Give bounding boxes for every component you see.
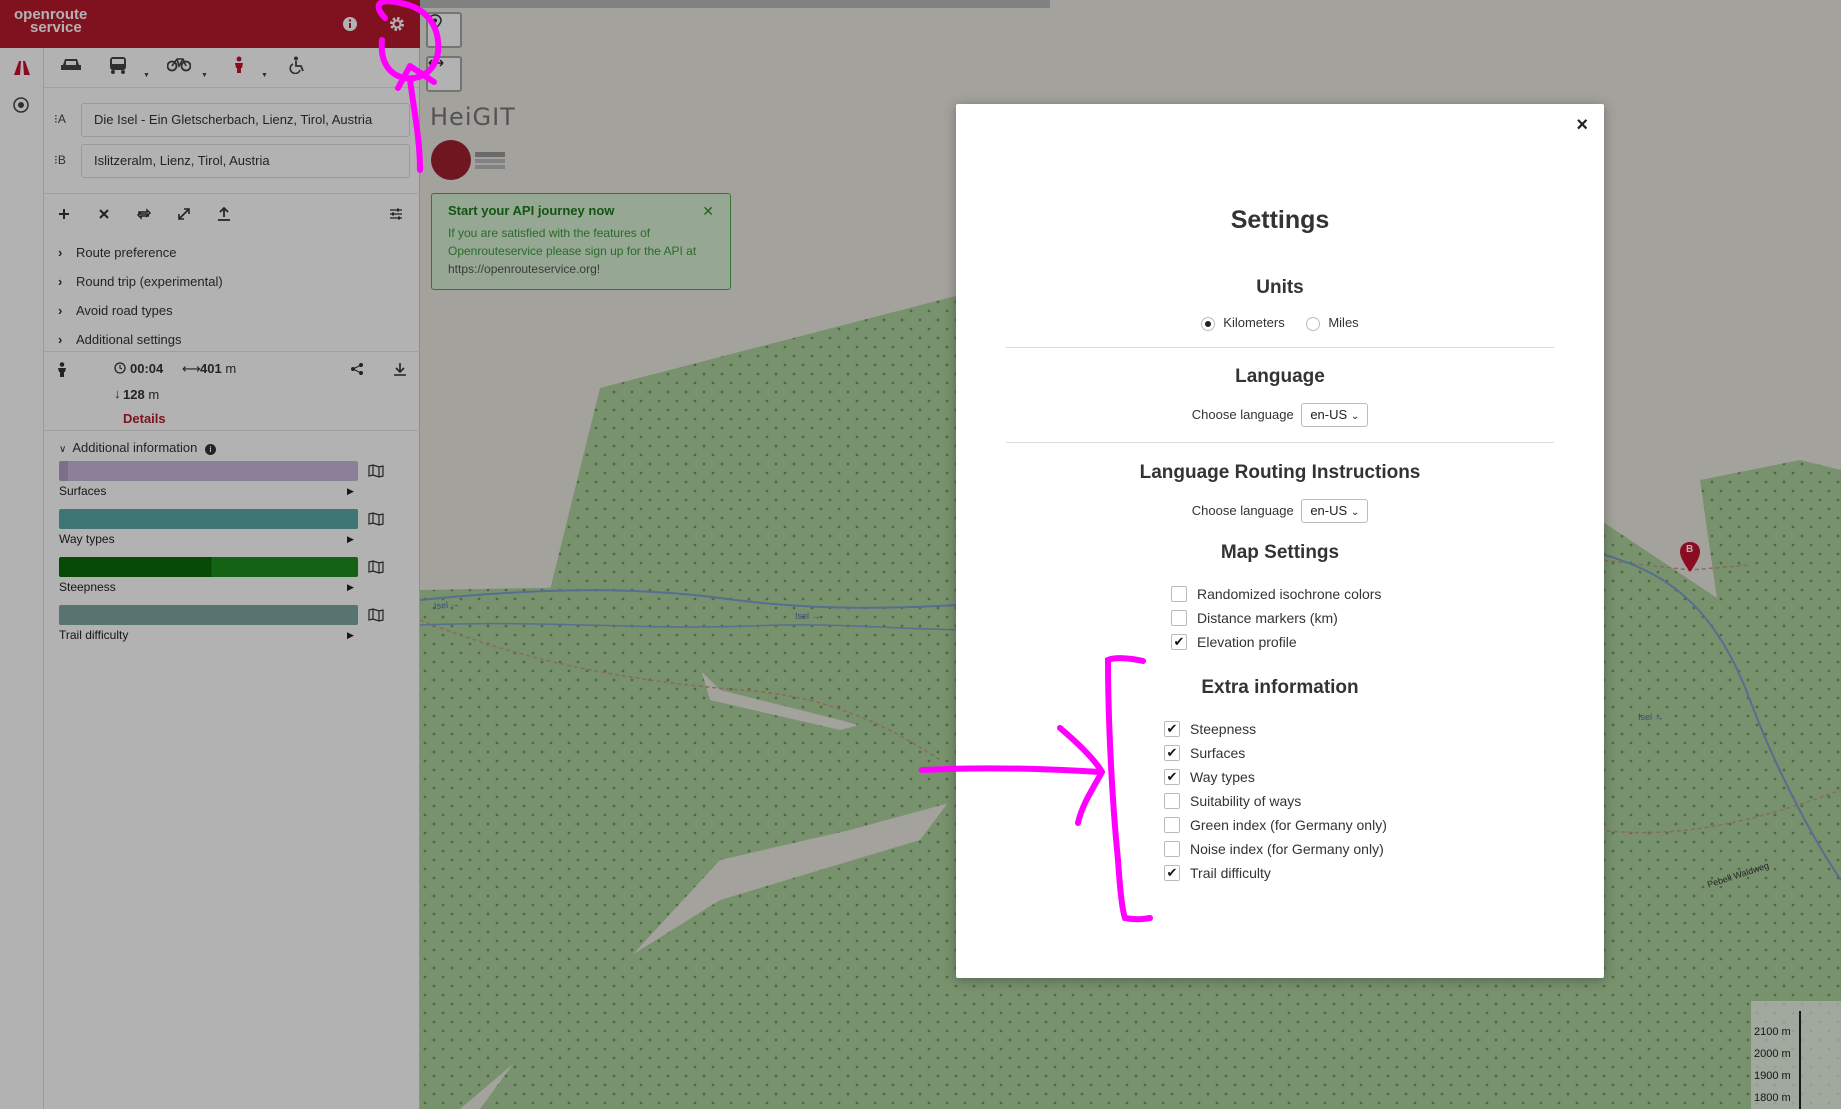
routing-language-heading: Language Routing Instructions xyxy=(1139,462,1421,483)
kilometers-radio[interactable]: Kilometers xyxy=(1201,315,1285,331)
routing-language-label: Choose language xyxy=(1191,503,1294,518)
check-icon: ✔ xyxy=(1164,745,1180,762)
way-types-checkbox[interactable]: ✔ Way types xyxy=(1164,768,1255,788)
checkbox-unchecked xyxy=(1171,610,1187,627)
chevron-down-icon: ⌄ xyxy=(1350,411,1360,422)
routing-language-row: Choose language en-US ⌄ xyxy=(956,499,1604,523)
language-label: Choose language xyxy=(1191,407,1294,422)
language-row: Choose language en-US ⌄ xyxy=(956,403,1604,427)
chevron-down-icon: ⌄ xyxy=(1350,507,1360,518)
check-icon: ✔ xyxy=(1164,769,1180,786)
radio-selected xyxy=(1201,316,1216,331)
language-heading: Language xyxy=(1235,366,1325,387)
checkbox-unchecked xyxy=(1171,586,1187,603)
steepness-checkbox[interactable]: ✔ Steepness xyxy=(1164,720,1256,740)
map-settings-heading: Map Settings xyxy=(1220,542,1340,563)
distance-markers-checkbox[interactable]: Distance markers (km) xyxy=(1171,609,1338,629)
units-heading: Units xyxy=(1256,277,1304,298)
routing-language-select[interactable]: en-US ⌄ xyxy=(1301,499,1369,523)
divider xyxy=(1006,442,1554,443)
radio-unselected xyxy=(1306,316,1321,331)
green-index-checkbox[interactable]: Green index (for Germany only) xyxy=(1164,816,1387,836)
check-icon: ✔ xyxy=(1171,634,1187,651)
close-icon[interactable]: × xyxy=(1576,114,1588,137)
settings-modal: × Settings Units Kilometers Miles Langua… xyxy=(956,104,1604,978)
suitability-of-ways-checkbox[interactable]: Suitability of ways xyxy=(1164,792,1301,812)
check-icon: ✔ xyxy=(1164,865,1180,882)
check-icon: ✔ xyxy=(1164,721,1180,738)
surfaces-checkbox[interactable]: ✔ Surfaces xyxy=(1164,744,1245,764)
checkbox-unchecked xyxy=(1164,817,1180,834)
divider xyxy=(1006,347,1554,348)
elevation-profile-checkbox[interactable]: ✔ Elevation profile xyxy=(1171,633,1297,653)
miles-radio[interactable]: Miles xyxy=(1306,315,1359,331)
language-select[interactable]: en-US ⌄ xyxy=(1301,403,1369,427)
trail-difficulty-checkbox[interactable]: ✔ Trail difficulty xyxy=(1164,864,1271,884)
settings-title: Settings xyxy=(1230,206,1330,234)
noise-index-checkbox[interactable]: Noise index (for Germany only) xyxy=(1164,840,1384,860)
checkbox-unchecked xyxy=(1164,793,1180,810)
randomized-isochrone-colors-checkbox[interactable]: Randomized isochrone colors xyxy=(1171,585,1381,605)
checkbox-unchecked xyxy=(1164,841,1180,858)
units-radio-group: Kilometers Miles xyxy=(956,315,1604,331)
extra-information-heading: Extra information xyxy=(1201,677,1359,698)
